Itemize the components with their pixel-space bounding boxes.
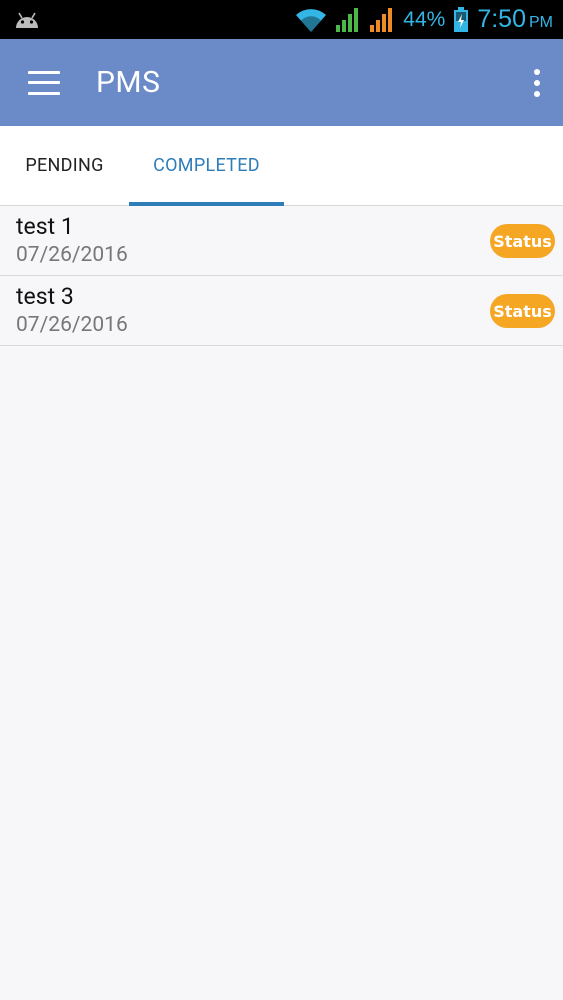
tab-completed[interactable]: COMPLETED [129, 126, 284, 206]
battery-percentage: 44% [403, 7, 446, 31]
app-bar: PMS [0, 39, 563, 126]
list-item[interactable]: test 1 07/26/2016 Status [0, 206, 563, 276]
item-date: 07/26/2016 [16, 313, 128, 337]
item-date: 07/26/2016 [16, 243, 128, 267]
android-icon [16, 12, 38, 28]
tab-pending[interactable]: PENDING [0, 126, 129, 205]
status-bar: 44% 7:50 PM [0, 0, 563, 39]
clock-time: 7:50 [477, 5, 526, 33]
status-left [14, 11, 40, 29]
status-right: 44% 7:50 PM [295, 5, 553, 34]
overflow-menu-icon[interactable] [533, 68, 541, 97]
item-title: test 3 [16, 283, 74, 310]
clock: 7:50 PM [477, 5, 553, 34]
app-title: PMS [96, 65, 161, 100]
item-title: test 1 [16, 213, 74, 240]
hamburger-menu-icon[interactable] [28, 70, 60, 95]
wifi-icon [296, 8, 327, 32]
tab-bar: PENDING COMPLETED [0, 126, 563, 206]
status-button[interactable]: Status [490, 294, 555, 328]
status-button[interactable]: Status [490, 224, 555, 258]
list-item[interactable]: test 3 07/26/2016 Status [0, 276, 563, 346]
battery-charging-icon [454, 6, 469, 32]
clock-ampm: PM [529, 14, 553, 31]
signal-icon-orange [370, 7, 393, 32]
completed-list: test 1 07/26/2016 Status test 3 07/26/20… [0, 206, 563, 346]
signal-icon-green [336, 7, 359, 32]
